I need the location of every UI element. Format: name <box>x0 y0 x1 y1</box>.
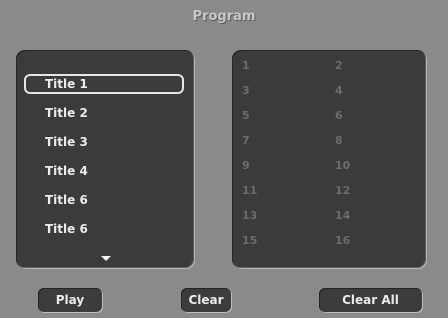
title-list-item[interactable]: Title 4 <box>24 161 184 181</box>
program-slot[interactable]: 6 <box>335 109 343 122</box>
clear-button[interactable]: Clear <box>181 288 231 312</box>
title-list-item[interactable]: Title 1 <box>24 74 184 94</box>
program-slot[interactable]: 2 <box>335 59 343 72</box>
program-slot[interactable]: 15 <box>242 234 257 247</box>
program-slot[interactable]: 5 <box>242 109 250 122</box>
title-list-item[interactable]: Title 6 <box>24 219 184 239</box>
program-slot[interactable]: 3 <box>242 84 250 97</box>
clear-all-button[interactable]: Clear All <box>319 288 422 312</box>
program-slot[interactable]: 11 <box>242 184 257 197</box>
play-button[interactable]: Play <box>38 288 102 312</box>
title-list-item[interactable]: Title 3 <box>24 132 184 152</box>
title-list-item[interactable]: Title 6 <box>24 190 184 210</box>
title-list-item[interactable]: Title 2 <box>24 103 184 123</box>
program-slot[interactable]: 9 <box>242 159 250 172</box>
program-slot[interactable]: 8 <box>335 134 343 147</box>
program-slot[interactable]: 1 <box>242 59 250 72</box>
program-slots-panel: 1 2 3 4 5 6 7 8 9 10 11 12 13 14 15 16 <box>232 50 426 268</box>
program-slot[interactable]: 14 <box>335 209 350 222</box>
program-slot[interactable]: 4 <box>335 84 343 97</box>
program-slot[interactable]: 16 <box>335 234 350 247</box>
program-slot[interactable]: 10 <box>335 159 350 172</box>
page-title: Program <box>192 9 256 24</box>
program-slot[interactable]: 12 <box>335 184 350 197</box>
program-slot[interactable]: 13 <box>242 209 257 222</box>
scroll-down-arrow-icon[interactable] <box>101 256 111 261</box>
program-slot[interactable]: 7 <box>242 134 250 147</box>
title-list-panel: Title 1 Title 2 Title 3 Title 4 Title 6 … <box>16 50 194 268</box>
